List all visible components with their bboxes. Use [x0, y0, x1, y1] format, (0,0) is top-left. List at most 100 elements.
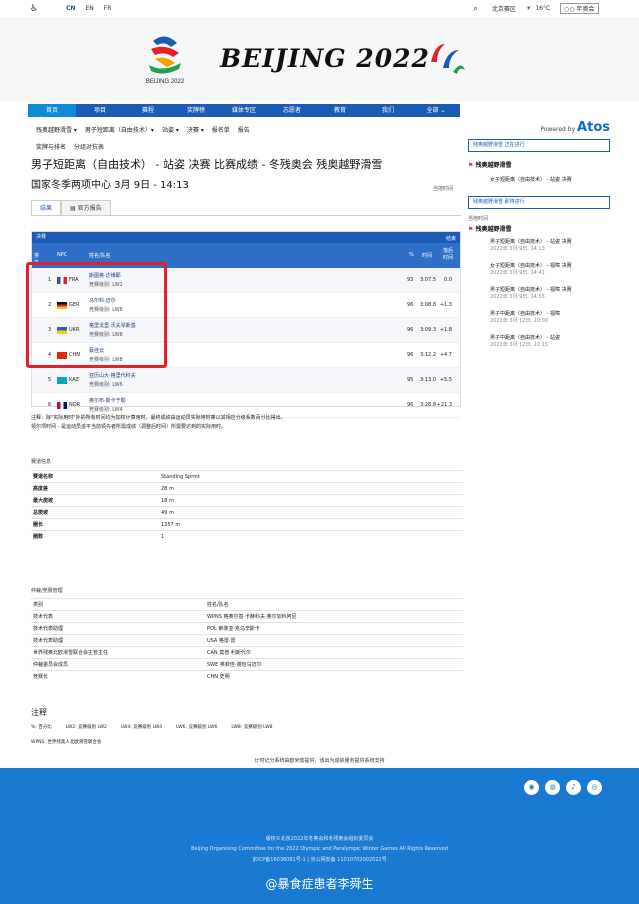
- schedule-date: 2022年 3月 9日, 14:13: [490, 246, 545, 252]
- legend-item: LW6: 竞赛级别 LW6: [176, 725, 218, 730]
- link-brackets[interactable]: 分组对抗表: [74, 142, 104, 151]
- schedule-item[interactable]: 男子中距离（自由技术） - 视障 2022年 3月 12日, 10:00: [490, 311, 610, 325]
- lang-en[interactable]: EN: [86, 5, 94, 12]
- document-icon: ▤: [70, 205, 78, 212]
- legend-title: 注释: [31, 708, 47, 717]
- sidebar: Powered by Atos 残奥越野滑雪 正在进行 ⚑ 残奥越野滑雪 女子短…: [468, 120, 610, 359]
- npc-code: NOR: [69, 402, 81, 408]
- subnav-class[interactable]: 站姿 ▾: [162, 125, 179, 134]
- status-label: 结束: [445, 236, 456, 242]
- schedule-event: 男子短距离（自由技术） - 视障 决赛: [490, 287, 572, 293]
- sub-nav-2: 奖牌与排名 分组对抗表: [36, 142, 104, 151]
- athlete-class: 竞赛级别: LW6: [89, 382, 123, 388]
- subnav-reports[interactable]: 报告: [238, 125, 250, 134]
- note-behind: 领尔项时间 - 是运动员追平当前领先者所需成绩（调整后时间）所需要达到的实际用时…: [31, 424, 226, 430]
- search-icon[interactable]: ⌕: [473, 4, 477, 14]
- nav-home[interactable]: 首页: [28, 104, 76, 117]
- nav-about[interactable]: 我们: [364, 104, 412, 117]
- flag-icon: [57, 377, 67, 384]
- athlete-name[interactable]: 奥尔布·斯卡于勒: [89, 397, 126, 404]
- percentage: 96: [407, 402, 414, 408]
- subnav-phase[interactable]: 决赛 ▾: [187, 125, 204, 134]
- kuaishou-icon[interactable]: ◎: [587, 780, 602, 795]
- powered-by: Powered by Atos: [540, 120, 610, 135]
- athlete-class: 竞赛级别: LW4: [89, 407, 123, 413]
- weather-icon: ☀: [525, 5, 532, 12]
- link-medals-ranking[interactable]: 奖牌与排名: [36, 142, 66, 151]
- games-switch[interactable]: ○○ 年奥会: [560, 3, 599, 14]
- lang-cn[interactable]: CN: [66, 5, 75, 12]
- schedule-date: 2022年 3月 9日, 14:55: [490, 294, 545, 300]
- upcoming-schedule: 男子短距离（自由技术） - 站姿 决赛 2022年 3月 9日, 14:13 女子短…: [490, 239, 610, 349]
- schedule-item[interactable]: 男子短距离（自由技术） - 视障 决赛 2022年 3月 9日, 14:55: [490, 287, 610, 301]
- live-event[interactable]: 女子短距离（自由技术） - 站姿 决赛: [490, 177, 610, 184]
- official-row: 仲裁委员会成员 SWE 英菲佳·谢恰乌迈尔: [31, 658, 463, 670]
- time: 3:12.2: [420, 352, 436, 358]
- schedule-event: 男子中距离（自由技术） - 站姿: [490, 335, 560, 341]
- live-now-button[interactable]: 残奥越野滑雪 正在进行: [468, 139, 610, 152]
- wechat-icon[interactable]: ◍: [545, 780, 560, 795]
- footer-icp: 京ICP备16036081号-1 | 京公网安备 11010702002022号: [252, 857, 387, 863]
- subnav-sport[interactable]: 残奥越野滑雪 ▾: [36, 125, 77, 134]
- nav-volunteers[interactable]: 志愿者: [268, 104, 316, 117]
- legend-item: %: 百分比: [31, 725, 52, 730]
- legend: 注释 %: 百分比 LW2: 竞赛级别 LW2 LW4: 竞赛级别 LW4 LW6: …: [31, 707, 463, 745]
- info-row: 圈数 1: [31, 530, 463, 542]
- rank: 5: [48, 377, 52, 383]
- info-label: 圈数: [33, 534, 44, 540]
- footer-copyright: 版权©北京2022年冬奥会和冬残奥会组织委员会: [265, 836, 374, 842]
- time: 3:08.8: [420, 302, 436, 308]
- time-behind: 0.0: [444, 277, 452, 283]
- top-bar: ♿ CN EN FR ⌕ 北京赛区 ☀ 16°C ○○ 年奥会: [0, 0, 639, 17]
- nav-all[interactable]: 全部 ⌄: [412, 104, 460, 117]
- note-weighted: 注释：除"实际用时"外的所有时间均为加权计算用时。最终成绩由运动员实际用时乘以其…: [31, 415, 286, 421]
- schedule-event: 男子中距离（自由技术） - 视障: [490, 311, 560, 317]
- time-behind: +21.3: [436, 402, 452, 408]
- tab-official-report[interactable]: ▤ 官方报告: [61, 200, 111, 215]
- timing-credit: 计时记分系统由欧米茄提供，该出为成绩服务提供系统支持: [254, 758, 385, 764]
- schedule-event: 男子短距离（自由技术） - 站姿 决赛: [490, 239, 572, 245]
- subnav-event[interactable]: 男子短距离（自由技术）▾: [85, 125, 154, 134]
- legend-item: LW2: 竞赛级别 LW2: [65, 725, 107, 730]
- nav-schedule[interactable]: 赛程: [124, 104, 172, 117]
- tab-results[interactable]: 结果: [31, 200, 62, 215]
- lang-fr[interactable]: FR: [104, 5, 112, 12]
- nav-media[interactable]: 媒体专区: [220, 104, 268, 117]
- official-row: 技术代表 WPNS 格奥尔基·卡赫科夫·奥尔加科阿尼: [31, 610, 463, 622]
- sub-nav: 残奥越野滑雪 ▾ 男子短距离（自由技术）▾ 站姿 ▾ 决赛 ▾ 报名单 报告: [36, 125, 250, 134]
- percentage: 96: [407, 302, 414, 308]
- live-sport-heading: ⚑ 残奥越野滑雪: [468, 162, 512, 169]
- time-behind: +1.8: [439, 327, 452, 333]
- results-notes: 注释：除"实际用时"外的所有时间均为加权计算用时。最终成绩由运动员实际用时乘以其…: [31, 414, 461, 432]
- nav-sports[interactable]: 项目: [76, 104, 124, 117]
- info-row: 总爬坡 49 m: [31, 506, 463, 518]
- upcoming-button[interactable]: 残奥越野滑雪 即将进行: [468, 196, 610, 209]
- col-name: 姓名/队名: [89, 253, 111, 259]
- social-links: ◉ ◍ ♪ ◎: [524, 780, 602, 795]
- table-row[interactable]: 5 KAZ 亚历山大·格里代科夫 竞赛级别: LW6 95 3:13.0 +5.…: [32, 368, 460, 393]
- athlete-name[interactable]: 亚历山大·格里代科夫: [89, 372, 136, 379]
- sidebar-local-time: 当地时间: [468, 216, 489, 222]
- percentage: 93: [407, 277, 414, 283]
- time: 3:09.3: [420, 327, 436, 333]
- nav-education[interactable]: 教育: [316, 104, 364, 117]
- accessibility-icon[interactable]: ♿: [30, 4, 38, 14]
- schedule-date: 2022年 3月 12日, 10:00: [490, 318, 549, 324]
- nav-medals[interactable]: 奖牌榜: [172, 104, 220, 117]
- schedule-item[interactable]: 男子短距离（自由技术） - 站姿 决赛 2022年 3月 9日, 14:13: [490, 239, 610, 253]
- watermark: @暴食症患者李舜生: [265, 877, 374, 891]
- olympic-emblem-icon: BEIJING 2022: [146, 36, 185, 85]
- weibo-icon[interactable]: ◉: [524, 780, 539, 795]
- officials-table: 仲裁/竞赛管理 类别 姓名/队名 技术代表 WPNS 格奥尔基·卡赫科夫·奥尔加科阿…: [31, 587, 463, 682]
- legend-wpns: WPNS: 世界残奥人北欧滑雪联合会: [31, 740, 102, 745]
- schedule-item[interactable]: 女子短距离（自由技术） - 视障 决赛 2022年 3月 9日, 14:41: [490, 263, 610, 277]
- venue-date: 国家冬季两项中心 3月 9日 - 14:13: [31, 180, 189, 191]
- percentage: 96: [407, 327, 414, 333]
- percentage: 95: [407, 377, 414, 383]
- tiktok-icon[interactable]: ♪: [566, 780, 581, 795]
- schedule-date: 2022年 3月 9日, 14:41: [490, 270, 545, 276]
- atos-logo: Atos: [577, 120, 610, 135]
- schedule-item[interactable]: 男子中距离（自由技术） - 站姿 2022年 3月 12日, 10:15: [490, 335, 610, 349]
- subnav-entries[interactable]: 报名单: [212, 125, 230, 134]
- schedule-event: 女子短距离（自由技术） - 视障 决赛: [490, 263, 572, 269]
